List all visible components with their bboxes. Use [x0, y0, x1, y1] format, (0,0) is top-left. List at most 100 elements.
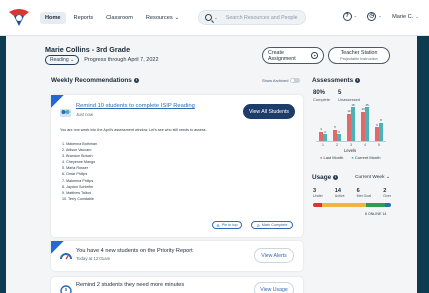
- complete-label: Complete: [313, 97, 331, 102]
- pin-to-top-button[interactable]: ⊕ Pin to top: [212, 221, 242, 229]
- x-tick-label: 4: [364, 143, 366, 147]
- student-list: 1. Makenna Bothman 2. Adison Vaccaro 3. …: [62, 141, 97, 202]
- view-usage-button[interactable]: View Usage: [254, 282, 294, 293]
- chart-legend: ● Last Month ● Current Month: [320, 155, 380, 160]
- user-menu[interactable]: Marie C. ⌄: [392, 14, 419, 20]
- bar-value-label: 15: [365, 102, 369, 107]
- show-archived-toggle[interactable]: Show Archived: [262, 78, 301, 83]
- unassessed-value: 5: [338, 90, 342, 96]
- usage-period-label: Current Week: [355, 175, 385, 180]
- bar-current-month-4: [365, 107, 369, 141]
- recommendation-time: Just now: [76, 112, 93, 117]
- usage-bar-under: [313, 203, 323, 207]
- bar-value-label: 3: [338, 129, 340, 134]
- usage-stat-active: 14 Active: [335, 188, 345, 198]
- stat-label: Met Goal: [356, 194, 372, 198]
- recommendation-time: Today at 12:01am: [76, 256, 111, 261]
- usage-bar-over: [384, 203, 391, 207]
- stat-label: Over: [383, 194, 391, 198]
- istation-logo[interactable]: [6, 6, 32, 28]
- usage-stat-met-goal: 6 Met Goal: [357, 188, 372, 198]
- levels-bar-chart: 4 3 5 3 12 15 13 15 6 8: [316, 103, 386, 142]
- chevron-down-icon: ⌄: [353, 13, 358, 18]
- mark-complete-button[interactable]: ⊘ Mark Complete: [251, 221, 293, 229]
- gauge-icon: [60, 253, 72, 260]
- recommendation-title: You have 4 new students on the Priority …: [76, 248, 193, 254]
- info-icon[interactable]: i: [333, 174, 339, 180]
- check-icon: ⊘: [256, 223, 260, 228]
- toggle-switch[interactable]: [290, 78, 301, 83]
- bar-value-label: 15: [351, 102, 355, 107]
- subject-dropdown[interactable]: Reading ⌄: [45, 55, 80, 65]
- bar-current-month-2: [337, 134, 341, 141]
- online-count: 6 ONLINE 14: [365, 212, 387, 216]
- bar-current-month-1: [323, 134, 327, 141]
- info-icon[interactable]: i: [133, 77, 139, 83]
- assessments-title-text: Assessments: [312, 77, 354, 84]
- chevron-down-icon: ⌄: [415, 13, 419, 19]
- subject-label: Reading: [50, 57, 69, 63]
- recommendation-title: Remind 2 students they need more minutes: [76, 282, 185, 288]
- stat-label: Under: [313, 194, 323, 198]
- students-icon: [60, 109, 71, 117]
- help-icon: ?: [342, 12, 352, 21]
- bar-value-label: 8: [380, 118, 382, 123]
- nav-reports[interactable]: Reports: [69, 12, 99, 24]
- pin-label: Pin to top: [221, 223, 238, 227]
- teacher-station-sublabel: Projectable Instruction: [340, 56, 378, 61]
- create-assignment-button[interactable]: Create Assignment +: [262, 47, 324, 64]
- stopwatch-icon: [60, 285, 72, 293]
- list-item: 8. Jaydon Schleifer: [62, 184, 94, 189]
- nav-resources[interactable]: Resources ⌄: [141, 12, 184, 24]
- bar-current-month-3: [351, 107, 355, 141]
- recommendation-title-link[interactable]: Remind 10 students to complete ISIP Read…: [76, 103, 195, 109]
- x-tick-label: 2: [336, 143, 338, 147]
- teacher-station-button[interactable]: Teacher Station Projectable Instruction: [328, 47, 390, 64]
- usage-title-text: Usage: [312, 174, 332, 181]
- chevron-down-icon: ⌄: [378, 13, 383, 18]
- chevron-down-icon: ⌄: [385, 175, 390, 180]
- chart-xlabel: Levels: [344, 148, 357, 153]
- nav-resources-label: Resources: [145, 15, 173, 21]
- search-scope-chevron-icon[interactable]: ⌄: [214, 15, 218, 21]
- unassessed-label: Unassessed: [338, 97, 361, 102]
- usage-bar: [313, 203, 391, 207]
- usage-period-dropdown[interactable]: Current Week ⌄: [355, 175, 390, 180]
- x-tick-label: 3: [350, 143, 352, 147]
- page-subtitle: Reading ⌄ Progress through April 7, 2022: [45, 55, 159, 65]
- user-tools: ? ⌄ ◷ ⌄ Marie C. ⌄: [342, 12, 419, 21]
- main-nav: Home Reports Classroom Resources ⌄: [40, 12, 184, 24]
- assessments-title: Assessments i: [312, 77, 361, 84]
- weekly-recommendations-title: Weekly Recommendations i: [51, 77, 139, 84]
- bar-value-label: 5: [334, 125, 336, 130]
- create-assignment-label: Create Assignment: [268, 49, 296, 62]
- page-title: Marie Collins - 3rd Grade: [45, 45, 131, 54]
- view-all-students-button[interactable]: View All Students: [243, 104, 295, 119]
- legend-last-month: ● Last Month: [320, 155, 344, 160]
- legend-current-label: Current Month: [354, 155, 381, 160]
- usage-title: Usage i: [312, 174, 339, 181]
- top-navigation-bar: Home Reports Classroom Resources ⌄ ⌄ Sear…: [0, 0, 429, 36]
- pin-icon: ⊕: [216, 223, 220, 228]
- bar-value-label: 3: [324, 129, 326, 134]
- nav-home[interactable]: Home: [40, 12, 66, 24]
- complete-value: 80%: [313, 90, 326, 96]
- recommendation-card-usage: Remind 2 students they need more minutes…: [51, 277, 303, 293]
- info-icon[interactable]: i: [355, 77, 361, 83]
- list-item: 10. Terry Constable: [62, 196, 94, 201]
- usage-bar-met: [366, 203, 385, 207]
- recommendation-card-priority: You have 4 new students on the Priority …: [51, 241, 303, 271]
- search-icon: [205, 14, 212, 21]
- nav-classroom[interactable]: Classroom: [101, 12, 138, 24]
- history-menu[interactable]: ◷ ⌄: [367, 12, 382, 21]
- view-alerts-button[interactable]: View Alerts: [254, 248, 294, 263]
- search-input[interactable]: ⌄ Search Resources and People: [198, 10, 306, 25]
- search-placeholder: Search Resources and People: [225, 14, 298, 21]
- legend-last-label: Last Month: [323, 155, 344, 160]
- clock-icon: ◷: [367, 12, 377, 21]
- user-name: Marie C.: [392, 13, 414, 20]
- stat-label: Active: [334, 194, 345, 198]
- bar-current-month-5: [379, 122, 383, 141]
- weekly-title-text: Weekly Recommendations: [51, 77, 132, 84]
- help-menu[interactable]: ? ⌄: [342, 12, 358, 21]
